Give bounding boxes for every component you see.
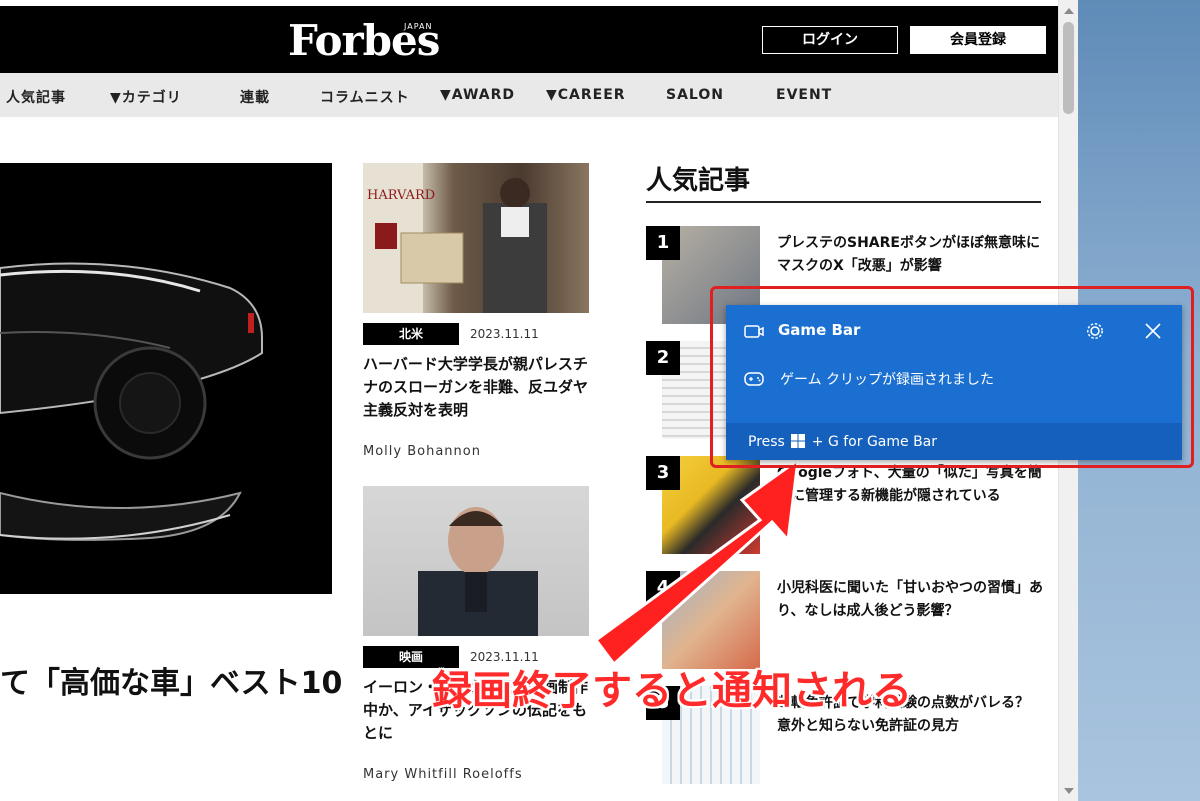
- hero-car-image[interactable]: [0, 163, 332, 594]
- popular-title[interactable]: プレステのSHAREボタンがほぼ無意味に マスクのX「改悪」が影響: [777, 232, 1054, 278]
- popular-heading: 人気記事: [646, 166, 751, 196]
- rank-number: 4: [646, 571, 680, 605]
- nav-event[interactable]: EVENT: [776, 87, 832, 103]
- popular-title[interactable]: Googleフォト、大量の「似た」写真を簡単に管理する新機能が隠されている: [777, 462, 1047, 508]
- article-image-harvard[interactable]: HARVARD: [363, 163, 589, 313]
- nav-award[interactable]: ▼AWARD: [440, 87, 515, 103]
- forbes-logo-japan: JAPAN: [404, 22, 433, 31]
- article-title[interactable]: ハーバード大学学長が親パレスチナのスローガンを非難、反ユダヤ主義反対を表明: [363, 353, 593, 422]
- article-date: 2023.11.11: [470, 327, 539, 341]
- scroll-thumb[interactable]: [1063, 22, 1074, 114]
- popular-title[interactable]: 小児科医に聞いた「甘いおやつの習慣」あり、なしは成人後どう影響？: [777, 577, 1047, 623]
- rank-number: 3: [646, 456, 680, 490]
- annotation-text: 録画終了すると通知される: [432, 668, 912, 714]
- scroll-down-icon[interactable]: [1064, 788, 1074, 794]
- nav-bar: 人気記事 ▼カテゴリ 連載 コラムニスト ▼AWARD ▼CAREER SALO…: [0, 73, 1058, 117]
- login-button[interactable]: ログイン: [762, 26, 898, 54]
- harvard-image-text: HARVARD: [367, 188, 435, 203]
- popular-divider: [646, 201, 1041, 203]
- nav-popular[interactable]: 人気記事: [6, 87, 66, 107]
- nav-career[interactable]: ▼CAREER: [546, 87, 626, 103]
- highlight-box: [710, 286, 1194, 468]
- rank-number: 1: [646, 226, 680, 260]
- register-button[interactable]: 会員登録: [910, 26, 1046, 54]
- article-author[interactable]: Mary Whitfill Roeloffs: [363, 767, 523, 782]
- rank-number: 2: [646, 341, 680, 375]
- nav-salon[interactable]: SALON: [666, 87, 724, 103]
- nav-series[interactable]: 連載: [240, 87, 270, 107]
- hero-title[interactable]: て「高価な車」ベスト10: [0, 658, 342, 702]
- article-author[interactable]: Molly Bohannon: [363, 444, 481, 459]
- scroll-up-icon[interactable]: [1064, 8, 1074, 14]
- nav-columnist[interactable]: コラムニスト: [320, 87, 410, 107]
- article-tag[interactable]: 北米: [363, 323, 459, 345]
- nav-category[interactable]: ▼カテゴリ: [110, 87, 182, 107]
- article-image-musk[interactable]: [363, 486, 589, 636]
- masthead: Forbes JAPAN ログイン 会員登録: [0, 6, 1058, 73]
